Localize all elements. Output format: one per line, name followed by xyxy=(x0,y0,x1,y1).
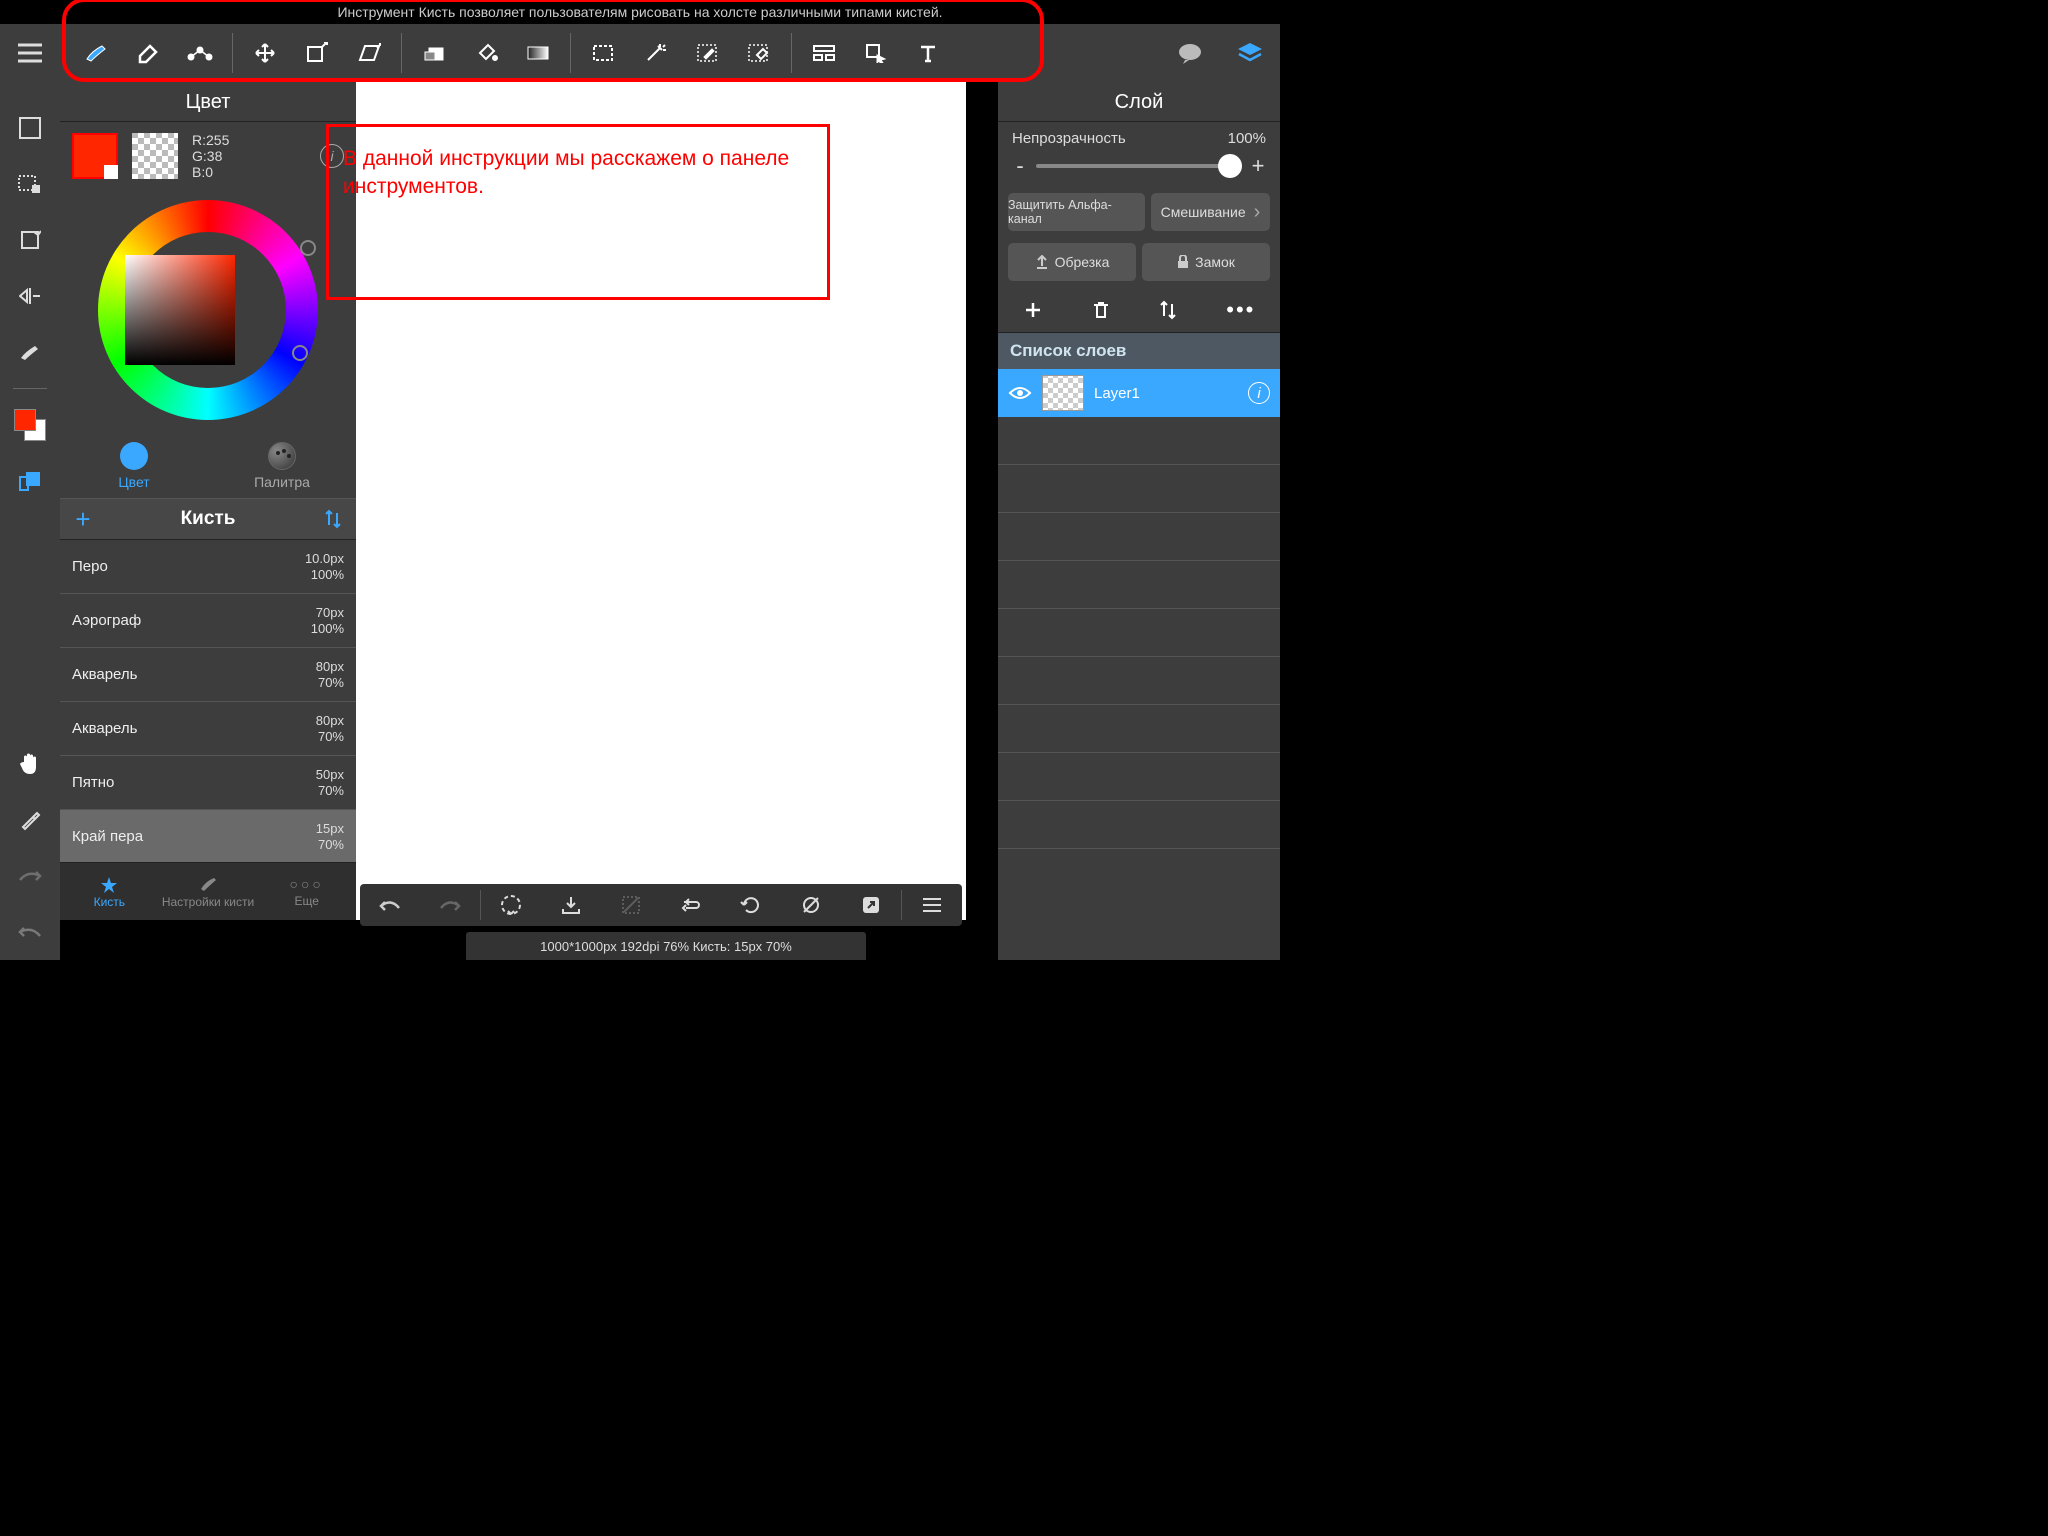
selection-add-icon[interactable] xyxy=(12,164,48,204)
layer-info-icon[interactable]: i xyxy=(1248,382,1270,404)
bottom-menu-button[interactable] xyxy=(902,898,962,912)
brush-row[interactable]: Акварель80px70% xyxy=(60,702,356,756)
layer-add-button[interactable] xyxy=(1023,300,1043,320)
color-wheel[interactable] xyxy=(60,190,356,430)
opacity-label: Непрозрачность xyxy=(1012,130,1126,147)
brush-row[interactable]: Аэрограф70px100% xyxy=(60,594,356,648)
fill-icon[interactable] xyxy=(408,33,460,73)
color-swatch-icon[interactable] xyxy=(12,405,48,445)
eyedropper-icon[interactable] xyxy=(12,800,48,840)
text-icon[interactable] xyxy=(902,33,954,73)
hide-ref-icon[interactable] xyxy=(781,895,841,915)
foreground-swatch[interactable] xyxy=(72,133,118,179)
deselect-icon[interactable] xyxy=(601,895,661,915)
tab-brush[interactable]: Кисть xyxy=(60,863,159,920)
color-panel-title: Цвет xyxy=(60,82,356,122)
save-icon[interactable] xyxy=(541,895,601,915)
undo-button[interactable] xyxy=(360,898,420,912)
menu-button[interactable] xyxy=(0,24,60,82)
layer-thumbnail xyxy=(1042,375,1084,411)
opacity-plus[interactable]: + xyxy=(1250,153,1266,179)
opacity-minus[interactable]: - xyxy=(1012,153,1028,179)
layer-more-button[interactable]: ••• xyxy=(1226,297,1255,323)
layer-reorder-button[interactable] xyxy=(1159,300,1177,320)
select-erase-icon[interactable] xyxy=(733,33,785,73)
layer-name: Layer1 xyxy=(1094,385,1140,402)
brush-row[interactable]: Пятно50px70% xyxy=(60,756,356,810)
protect-alpha-button[interactable]: Защитить Альфа-канал xyxy=(1008,193,1145,231)
marquee-icon[interactable] xyxy=(577,33,629,73)
background-swatch[interactable] xyxy=(132,133,178,179)
layer-visibility-icon[interactable] xyxy=(1008,385,1032,401)
panels-icon[interactable] xyxy=(798,33,850,73)
brush-row[interactable]: Акварель80px70% xyxy=(60,648,356,702)
fullscreen-icon[interactable] xyxy=(841,895,901,915)
redo-button[interactable] xyxy=(420,898,480,912)
select-brush-icon[interactable] xyxy=(681,33,733,73)
opacity-value: 100% xyxy=(1228,130,1266,147)
reset-view-icon[interactable] xyxy=(721,894,781,916)
opacity-slider[interactable]: - + xyxy=(1012,153,1266,179)
dots-path-icon[interactable] xyxy=(174,33,226,73)
transform-icon[interactable] xyxy=(291,33,343,73)
hand-icon[interactable] xyxy=(12,744,48,784)
distort-icon[interactable] xyxy=(343,33,395,73)
layer-panel-title: Слой xyxy=(998,82,1280,122)
top-toolbar xyxy=(0,24,1280,82)
brush-sort-button[interactable] xyxy=(310,509,356,529)
eraser-icon[interactable] xyxy=(122,33,174,73)
rgb-readout: R:255 G:38 B:0 xyxy=(192,132,229,180)
reference-icon[interactable] xyxy=(12,461,48,501)
left-tool-strip xyxy=(0,82,60,960)
color-tab[interactable]: Цвет xyxy=(60,430,208,502)
rotate-canvas-icon[interactable] xyxy=(481,893,541,917)
crop-button[interactable]: Обрезка xyxy=(1008,243,1136,281)
redo-icon[interactable] xyxy=(12,856,48,896)
layers-icon[interactable] xyxy=(1236,41,1264,65)
status-bar: 1000*1000px 192dpi 76% Кисть: 15px 70% xyxy=(466,932,866,960)
chat-icon[interactable] xyxy=(1177,42,1203,64)
wand-icon[interactable] xyxy=(629,33,681,73)
move-icon[interactable] xyxy=(239,33,291,73)
brush-left-icon[interactable] xyxy=(12,332,48,372)
palette-tab[interactable]: Палитра xyxy=(208,430,356,502)
blend-mode-button[interactable]: Смешивание xyxy=(1151,193,1270,231)
tab-more[interactable]: ○○○Еще xyxy=(257,863,356,920)
bucket-icon[interactable] xyxy=(460,33,512,73)
repeat-icon[interactable] xyxy=(661,896,721,914)
lock-button[interactable]: Замок xyxy=(1142,243,1270,281)
layer-list-title: Список слоев xyxy=(998,333,1280,369)
brush-row[interactable]: Перо10.0px100% xyxy=(60,540,356,594)
color-panel: Цвет R:255 G:38 B:0 i Цвет Палитра xyxy=(60,82,356,502)
brush-panel-title: Кисть xyxy=(106,508,310,530)
cursor-icon[interactable] xyxy=(850,33,902,73)
tool-tooltip: Инструмент Кисть позволяет пользователям… xyxy=(0,0,1280,24)
brush-row[interactable]: Край пера15px70% xyxy=(60,810,356,862)
tab-brush-settings[interactable]: Настройки кисти xyxy=(159,863,258,920)
brush-icon[interactable] xyxy=(70,33,122,73)
gradient-icon[interactable] xyxy=(512,33,564,73)
bottom-toolbar xyxy=(360,884,962,926)
rotate-icon[interactable] xyxy=(12,220,48,260)
layer-item[interactable]: Layer1 i xyxy=(998,369,1280,417)
brush-add-button[interactable]: + xyxy=(60,504,106,535)
flip-h-icon[interactable] xyxy=(12,276,48,316)
canvas[interactable]: В данной инструкции мы расскажем о панел… xyxy=(356,82,966,920)
layer-panel: Слой Непрозрачность 100% - + Защитить Ал… xyxy=(998,82,1280,960)
canvas-icon[interactable] xyxy=(12,108,48,148)
annotation-text-box: В данной инструкции мы расскажем о панел… xyxy=(326,124,830,300)
brush-panel: + Кисть Перо10.0px100%Аэрограф70px100%Ак… xyxy=(60,498,356,920)
undo-icon[interactable] xyxy=(12,912,48,952)
layer-delete-button[interactable] xyxy=(1092,300,1110,320)
